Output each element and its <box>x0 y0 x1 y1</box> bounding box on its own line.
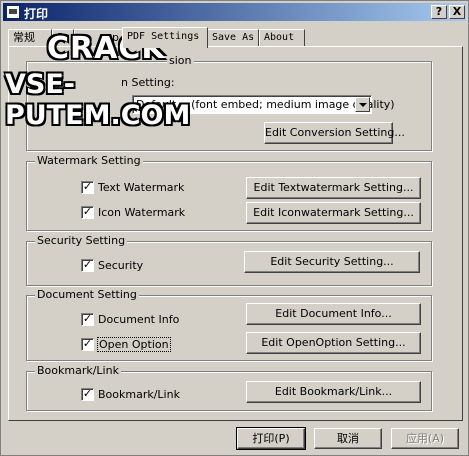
tab-about[interactable]: About <box>259 29 305 47</box>
icon-watermark-checkbox[interactable]: ✓ <box>81 206 94 219</box>
window-title: 打印 <box>24 7 49 21</box>
tab-pdf-settings[interactable]: PDF Settings <box>122 27 208 48</box>
security-group-title: Security Setting <box>35 234 128 247</box>
edit-iconwatermark-button[interactable]: Edit Iconwatermark Setting... <box>246 202 421 224</box>
conversion-setting-select[interactable]: Default -- (font embed; medium image qua… <box>132 95 395 114</box>
bookmark-group-title: Bookmark/Link <box>35 364 121 377</box>
chevron-down-icon[interactable] <box>355 97 370 112</box>
title-bar: 打印 ? X <box>3 3 466 21</box>
conversion-group-title: sion <box>167 54 194 67</box>
open-option-label: Open Option <box>97 337 171 352</box>
open-option-checkbox[interactable]: ✓ <box>81 338 94 351</box>
document-info-checkbox[interactable]: ✓ <box>81 313 94 326</box>
close-button[interactable]: X <box>449 5 465 19</box>
edit-openoption-button[interactable]: Edit OpenOption Setting... <box>246 332 421 354</box>
edit-textwatermark-button[interactable]: Edit Textwatermark Setting... <box>246 177 421 199</box>
edit-security-button[interactable]: Edit Security Setting... <box>244 251 420 273</box>
cancel-button[interactable]: 取消 <box>314 428 382 449</box>
print-dialog: 打印 ? X 常规 P p PDF Settings Save As About… <box>0 0 469 456</box>
help-button[interactable]: ? <box>431 5 447 19</box>
text-watermark-checkbox[interactable]: ✓ <box>81 181 94 194</box>
apply-button: 应用(A) <box>391 428 459 449</box>
document-group-title: Document Setting <box>35 288 139 301</box>
bookmark-label: Bookmark/Link <box>98 388 180 401</box>
edit-bookmark-button[interactable]: Edit Bookmark/Link... <box>246 381 421 403</box>
security-label: Security <box>98 259 144 272</box>
tab-general[interactable]: 常规 <box>8 29 52 47</box>
text-watermark-label: Text Watermark <box>98 181 185 194</box>
edit-conversion-button[interactable]: Edit Conversion Setting... <box>264 122 405 144</box>
print-button[interactable]: 打印(P) <box>236 427 306 450</box>
bookmark-checkbox[interactable]: ✓ <box>81 388 94 401</box>
icon-watermark-label: Icon Watermark <box>98 206 186 219</box>
security-checkbox[interactable]: ✓ <box>81 259 94 272</box>
tab-save-as[interactable]: Save As <box>207 29 259 47</box>
tab-3[interactable]: p <box>74 29 124 47</box>
watermark-group-title: Watermark Setting <box>35 154 143 167</box>
printer-icon <box>6 5 20 19</box>
conversion-setting-label: n Setting: <box>121 76 175 89</box>
tab-2[interactable]: P <box>52 29 74 47</box>
document-info-label: Document Info <box>98 313 180 326</box>
edit-document-info-button[interactable]: Edit Document Info... <box>246 303 421 325</box>
